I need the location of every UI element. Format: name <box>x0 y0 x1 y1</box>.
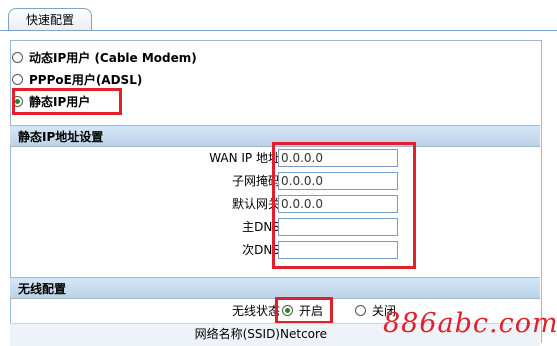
gateway-input[interactable] <box>278 195 398 213</box>
tab-bar: 快速配置 <box>0 0 557 32</box>
subnet-mask-row: 子网掩码 <box>10 170 540 192</box>
section-title: 静态IP地址设置 <box>18 130 104 144</box>
watermark-logo: 886abc.com <box>383 308 557 339</box>
ssid-value[interactable]: Netcore <box>280 324 327 344</box>
wireless-on-option[interactable]: 开启 <box>282 300 323 322</box>
gateway-label: 默认网关 <box>231 197 280 211</box>
tab-divider <box>0 30 557 31</box>
wireless-status-label: 无线状态 <box>231 304 280 318</box>
primary-dns-label: 主DNS <box>242 220 280 234</box>
secondary-dns-input[interactable] <box>278 241 398 259</box>
radio-icon[interactable] <box>12 52 23 63</box>
section-title: 无线配置 <box>18 282 67 296</box>
radio-checked-icon[interactable] <box>282 305 293 316</box>
wan-mode-label: 静态IP用户 <box>29 95 91 109</box>
tab-quick-setup[interactable]: 快速配置 <box>8 8 92 31</box>
wan-mode-pppoe[interactable]: PPPoE用户(ADSL) <box>12 70 142 90</box>
radio-icon[interactable] <box>12 74 23 85</box>
wan-mode-label: PPPoE用户(ADSL) <box>29 73 143 87</box>
subnet-mask-label: 子网掩码 <box>231 174 280 188</box>
primary-dns-row: 主DNS <box>10 216 540 238</box>
radio-checked-icon[interactable] <box>12 96 23 107</box>
wireless-section-header: 无线配置 <box>10 277 540 299</box>
wan-ip-label: WAN IP 地址 <box>209 151 280 165</box>
secondary-dns-row: 次DNS <box>10 239 540 261</box>
radio-icon[interactable] <box>355 305 366 316</box>
secondary-dns-label: 次DNS <box>242 243 280 257</box>
wan-ip-input[interactable] <box>278 149 398 167</box>
wireless-on-label: 开启 <box>299 304 324 318</box>
ssid-label: 网络名称(SSID) <box>194 327 280 341</box>
subnet-mask-input[interactable] <box>278 172 398 190</box>
wan-ip-row: WAN IP 地址 <box>10 147 540 169</box>
wan-mode-label: 动态IP用户 (Cable Modem) <box>29 51 197 65</box>
static-ip-section-header: 静态IP地址设置 <box>10 125 540 147</box>
wan-mode-dynamic[interactable]: 动态IP用户 (Cable Modem) <box>12 48 197 68</box>
wan-mode-static[interactable]: 静态IP用户 <box>12 92 90 112</box>
gateway-row: 默认网关 <box>10 193 540 215</box>
primary-dns-input[interactable] <box>278 218 398 236</box>
